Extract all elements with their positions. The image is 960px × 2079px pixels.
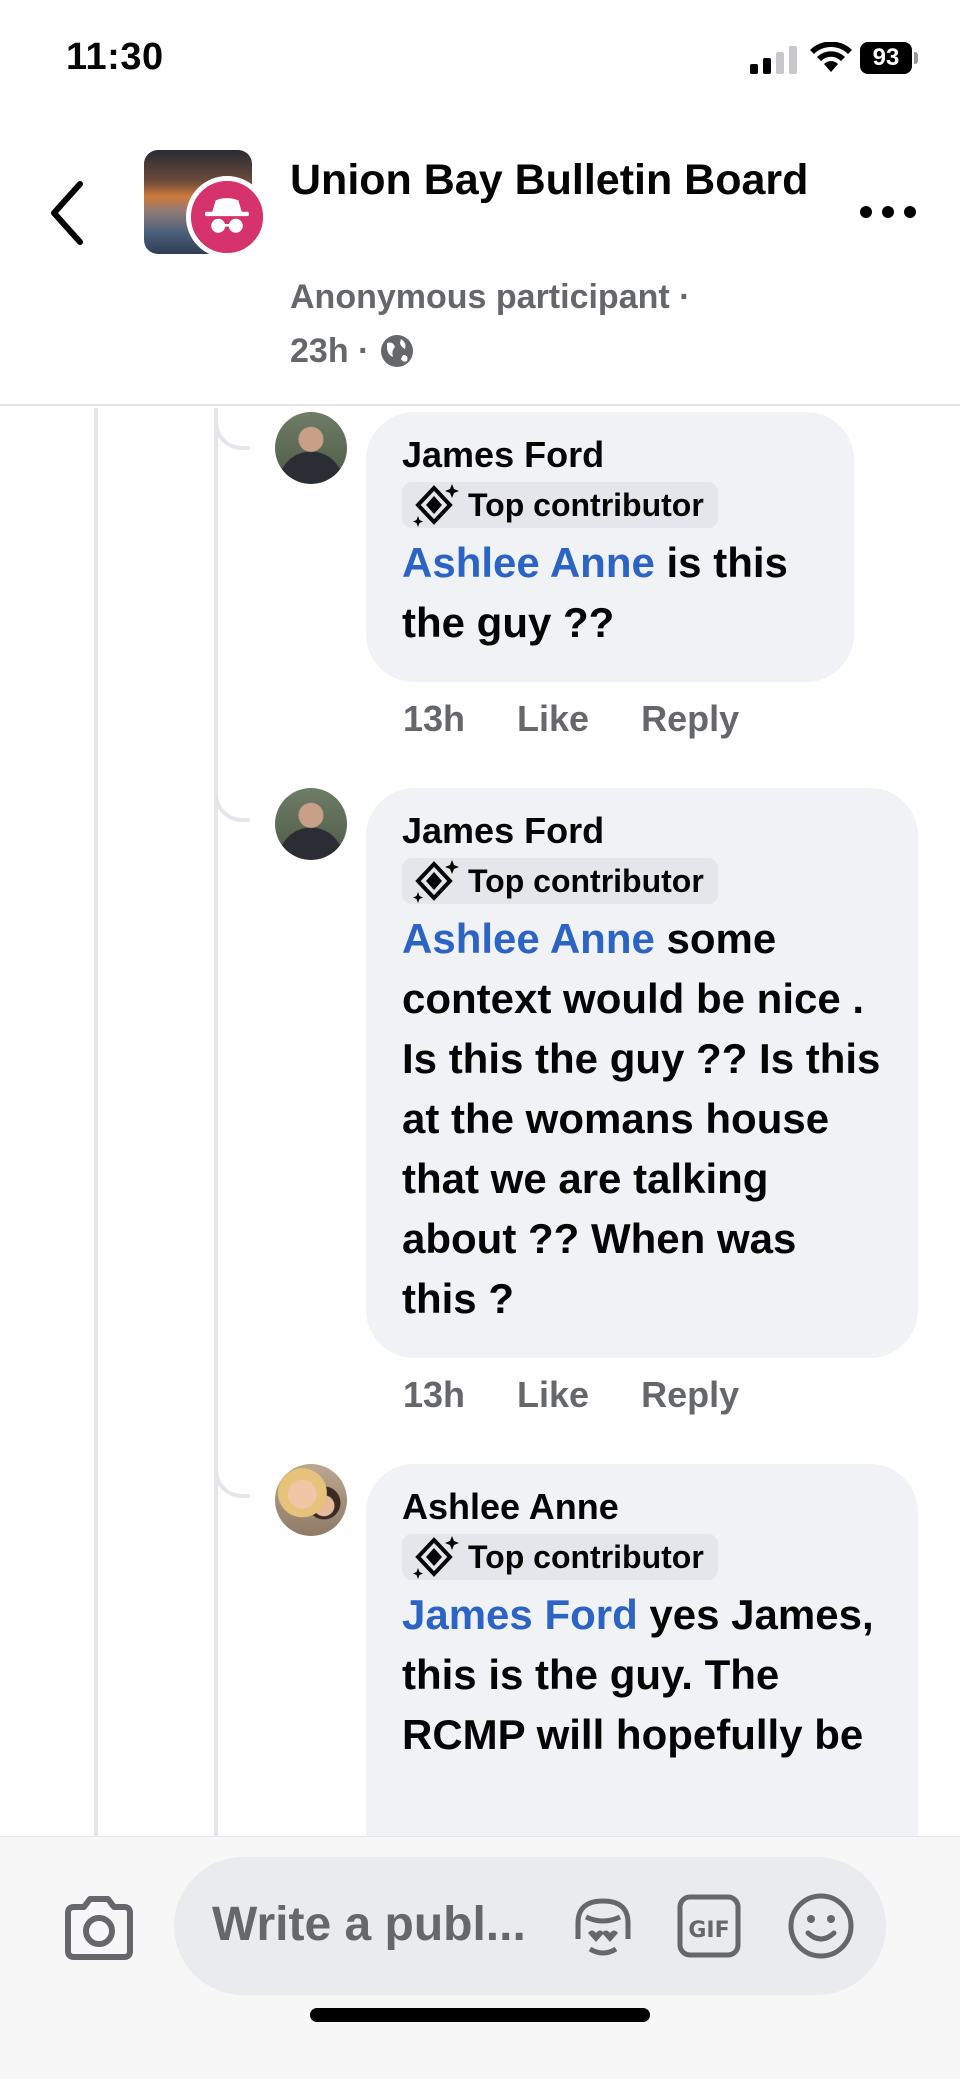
comment-input[interactable]: Write a publ... GIF [174, 1857, 886, 1995]
gif-icon[interactable]: GIF [676, 1893, 742, 1959]
comment-input-placeholder: Write a publ... [212, 1898, 526, 1951]
author-name: Anonymous participant [290, 278, 670, 316]
post-time[interactable]: 23h [290, 332, 349, 370]
thread-line-inner [214, 408, 218, 1838]
top-contributor-icon [413, 1536, 459, 1579]
top-contributor-badge[interactable]: Top contributor [402, 858, 718, 904]
reply-button[interactable]: Reply [641, 1374, 739, 1416]
comment-bubble: James Ford Top contributor Ashlee Anne s… [366, 788, 918, 1358]
globe-icon [380, 335, 413, 367]
comment-actions: 13h Like Reply [403, 698, 791, 740]
status-time: 11:30 [66, 36, 164, 78]
meta-separator: · [358, 332, 370, 370]
status-bar: 11:30 93 [0, 0, 960, 120]
thread-connector [214, 792, 250, 822]
comment-text: Ashlee Anne is this the guy ?? [402, 533, 818, 653]
comment-time[interactable]: 13h [403, 698, 465, 740]
battery-indicator: 93 [860, 42, 918, 74]
wifi-icon [810, 42, 852, 72]
home-indicator [310, 2008, 650, 2022]
smiley-icon[interactable] [786, 1891, 856, 1961]
camera-icon[interactable] [62, 1895, 136, 1961]
battery-nub [914, 52, 918, 64]
top-contributor-icon [413, 860, 459, 903]
comment-actions: 13h Like Reply [403, 1374, 791, 1416]
top-contributor-icon [413, 484, 459, 527]
comment-author[interactable]: James Ford [402, 432, 818, 478]
comment-time[interactable]: 13h [403, 1374, 465, 1416]
comment-text: Ashlee Anne some context would be nice .… [402, 909, 882, 1329]
like-button[interactable]: Like [517, 1374, 589, 1416]
comment-author[interactable]: Ashlee Anne [402, 1484, 882, 1530]
badge-label: Top contributor [468, 862, 704, 899]
post-meta: Anonymous participant · 23h · [290, 270, 810, 378]
battery-level: 93 [860, 42, 912, 74]
thread-connector [214, 420, 250, 450]
comment-text: James Ford yes James, this is the guy. T… [402, 1585, 882, 1765]
reply-button[interactable]: Reply [641, 698, 739, 740]
comment-body: some context would be nice . Is this the… [402, 915, 881, 1322]
badge-label: Top contributor [468, 1538, 704, 1575]
mention-link[interactable]: James Ford [402, 1591, 638, 1638]
cellular-signal-icon [750, 46, 797, 74]
group-name[interactable]: Union Bay Bulletin Board [290, 150, 810, 210]
mention-link[interactable]: Ashlee Anne [402, 915, 655, 962]
chevron-left-icon[interactable] [44, 178, 90, 248]
avatar[interactable] [275, 412, 347, 484]
badge-label: Top contributor [468, 486, 704, 523]
avatar[interactable] [275, 788, 347, 860]
mention-link[interactable]: Ashlee Anne [402, 539, 655, 586]
top-contributor-badge[interactable]: Top contributor [402, 482, 718, 528]
comment-composer: Write a publ... GIF [0, 1836, 960, 2079]
post-header: Union Bay Bulletin Board Anonymous parti… [0, 120, 960, 406]
like-button[interactable]: Like [517, 698, 589, 740]
thread-connector [214, 1468, 250, 1498]
avatar-sticker-icon[interactable] [568, 1895, 638, 1959]
gif-label: GIF [688, 1918, 729, 1943]
top-contributor-badge[interactable]: Top contributor [402, 1534, 718, 1580]
comment-bubble: James Ford Top contributor Ashlee Anne i… [366, 412, 854, 682]
thread-line-outer [94, 408, 98, 1838]
avatar[interactable] [275, 1464, 347, 1536]
anonymous-avatar-icon [186, 176, 268, 258]
more-horizontal-icon[interactable] [858, 202, 918, 222]
comment-author[interactable]: James Ford [402, 808, 882, 854]
meta-separator: · [679, 278, 691, 316]
